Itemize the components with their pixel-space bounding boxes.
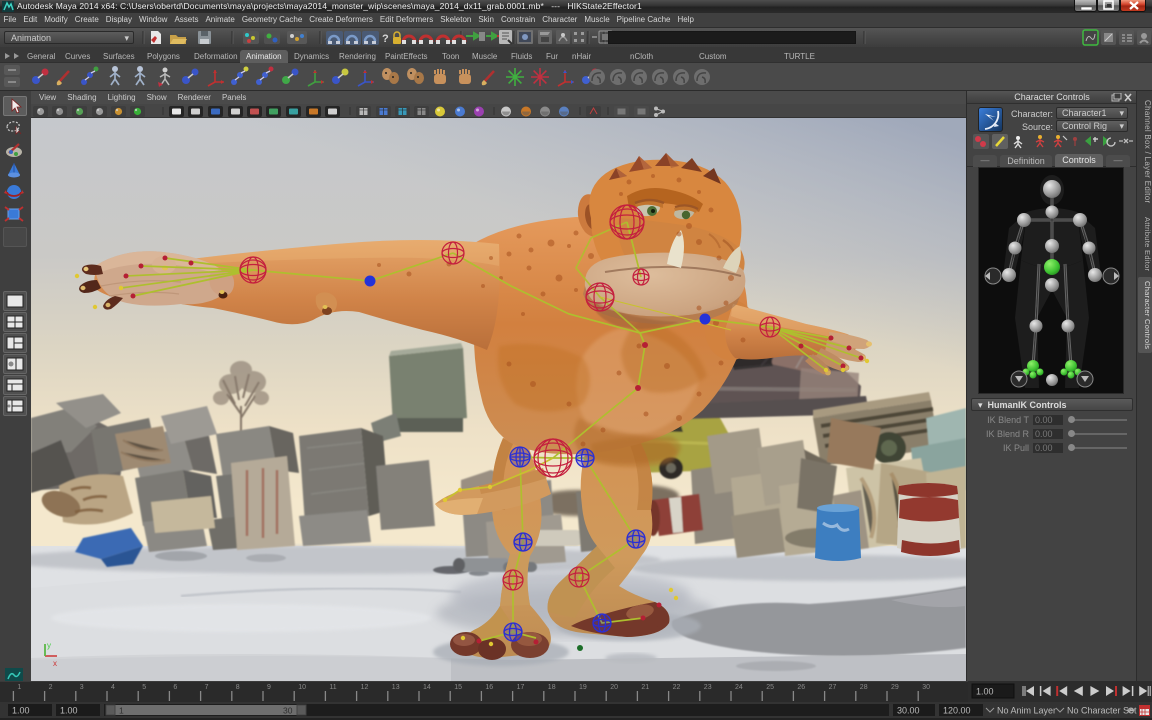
svg-text:26: 26 bbox=[797, 684, 805, 691]
svg-text:11: 11 bbox=[329, 684, 336, 691]
svg-text:28: 28 bbox=[860, 684, 868, 691]
svg-text:4: 4 bbox=[111, 684, 115, 691]
svg-text:1: 1 bbox=[119, 706, 124, 716]
svg-text:No Character Set: No Character Set bbox=[1067, 706, 1137, 716]
svg-text:21: 21 bbox=[641, 684, 649, 691]
svg-text:30: 30 bbox=[922, 684, 930, 691]
svg-text:10: 10 bbox=[298, 684, 306, 691]
svg-text:12: 12 bbox=[361, 684, 369, 691]
svg-text:14: 14 bbox=[423, 684, 431, 691]
svg-text:120.00: 120.00 bbox=[943, 706, 971, 716]
svg-text:22: 22 bbox=[673, 684, 681, 691]
svg-text:7: 7 bbox=[205, 684, 209, 691]
svg-text:23: 23 bbox=[704, 684, 712, 691]
svg-text:y: y bbox=[47, 641, 51, 650]
svg-text:20: 20 bbox=[610, 684, 618, 691]
svg-text:1: 1 bbox=[17, 684, 21, 691]
svg-text:15: 15 bbox=[454, 684, 462, 691]
svg-text:1.00: 1.00 bbox=[12, 706, 30, 716]
svg-text:19: 19 bbox=[579, 684, 587, 691]
svg-text:6: 6 bbox=[173, 684, 177, 691]
svg-text:8: 8 bbox=[236, 684, 240, 691]
svg-text:1.00: 1.00 bbox=[60, 706, 78, 716]
svg-text:18: 18 bbox=[548, 684, 556, 691]
svg-text:25: 25 bbox=[766, 684, 774, 691]
svg-text:27: 27 bbox=[829, 684, 837, 691]
svg-text:No Anim Layer: No Anim Layer bbox=[997, 706, 1056, 716]
svg-text:5: 5 bbox=[142, 684, 146, 691]
svg-text:2: 2 bbox=[49, 684, 53, 691]
svg-text:17: 17 bbox=[517, 684, 525, 691]
svg-text:30: 30 bbox=[283, 706, 293, 716]
svg-text:13: 13 bbox=[392, 684, 400, 691]
svg-text:16: 16 bbox=[485, 684, 493, 691]
svg-text:x: x bbox=[53, 659, 57, 668]
svg-text:?: ? bbox=[382, 33, 389, 45]
svg-text:1.00: 1.00 bbox=[976, 687, 994, 697]
svg-text:24: 24 bbox=[735, 684, 743, 691]
svg-text:3: 3 bbox=[80, 684, 84, 691]
svg-text:30.00: 30.00 bbox=[897, 706, 920, 716]
svg-text:9: 9 bbox=[267, 684, 271, 691]
svg-text:29: 29 bbox=[891, 684, 899, 691]
